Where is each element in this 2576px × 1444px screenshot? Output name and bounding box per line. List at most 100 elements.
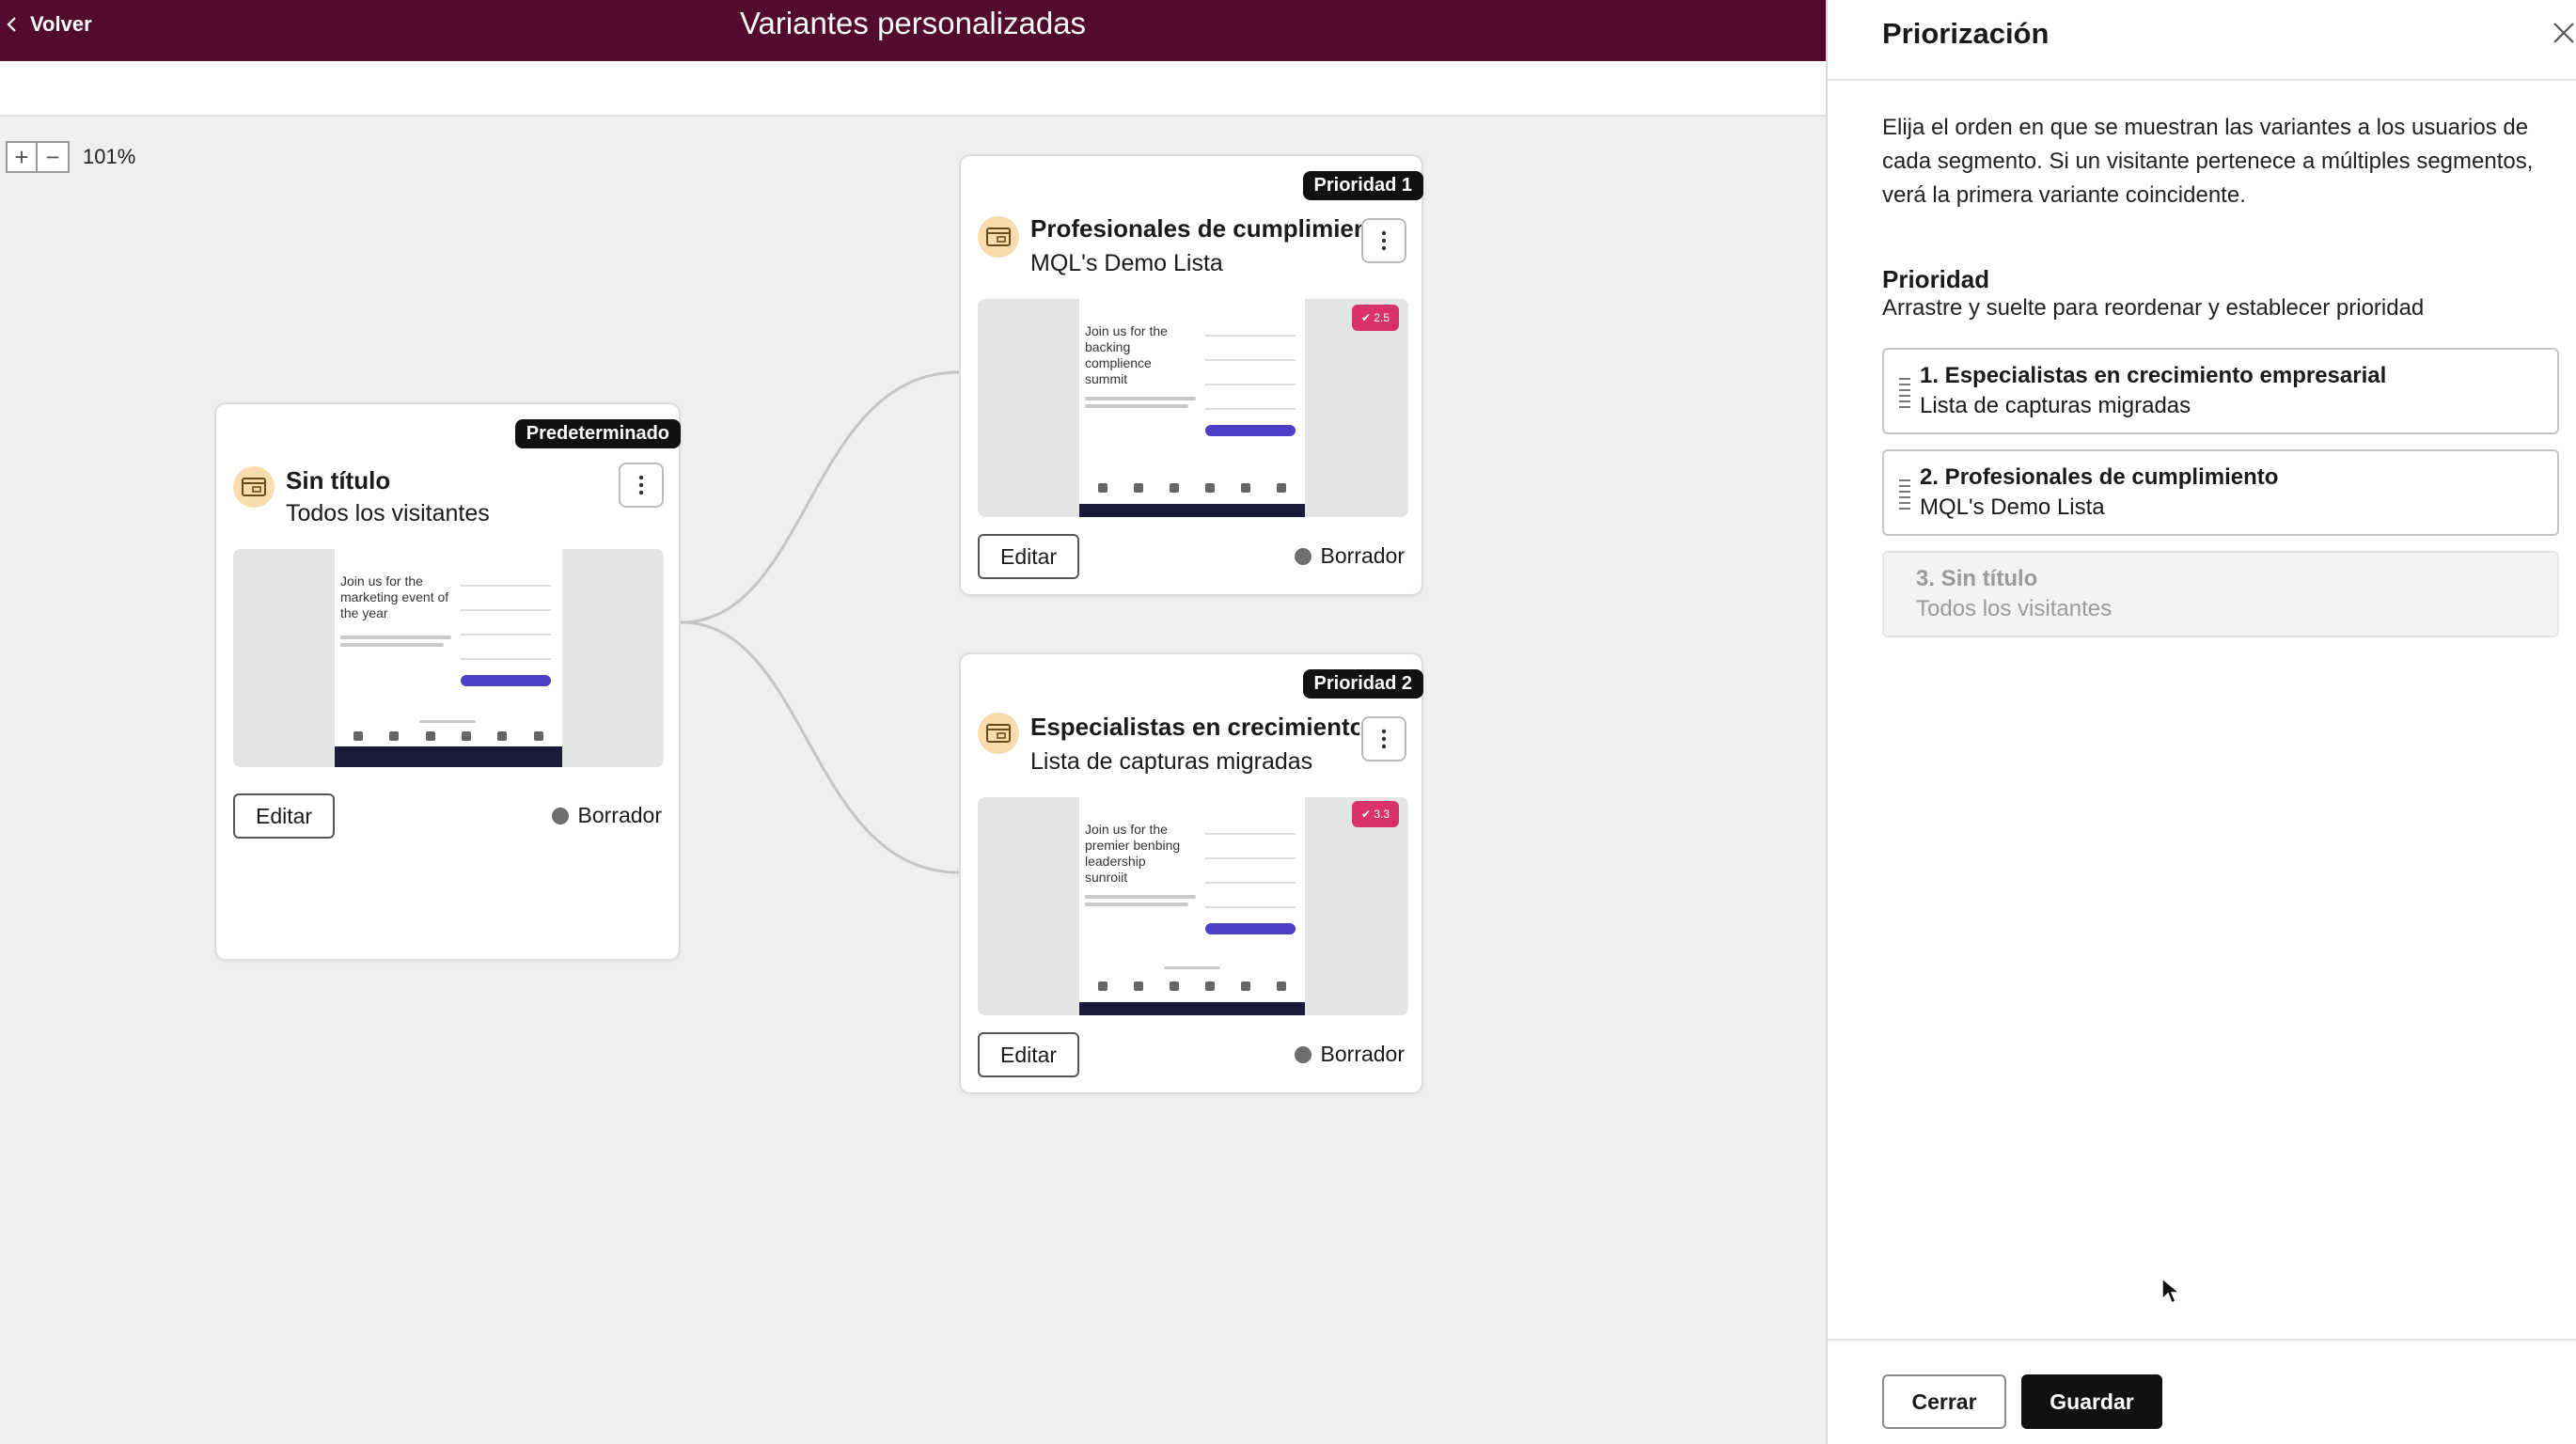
status-text: Borrador <box>577 803 662 827</box>
preview-logos <box>340 731 557 741</box>
preview-page: Join us for the backing complience summi… <box>1079 299 1305 517</box>
variant-canvas[interactable]: + − 101% Predeterminado Sin título Todos… <box>0 117 1826 1444</box>
preview-footer <box>335 746 562 767</box>
variant-title: Especialistas en crecimiento empresarial <box>1030 713 1359 741</box>
browser-window-icon <box>978 713 1019 754</box>
preview-button <box>461 675 551 686</box>
status-dot <box>551 807 569 824</box>
status-badge: Borrador <box>1294 1042 1405 1067</box>
preview-line <box>340 643 444 647</box>
priority-item-title: 2. Profesionales de cumplimiento <box>1920 464 2279 490</box>
preview-button <box>1205 923 1296 934</box>
preview-field <box>1205 899 1296 908</box>
priority-item-2[interactable]: 2. Profesionales de cumplimiento MQL's D… <box>1882 449 2559 536</box>
preview-headline: Join us for the marketing event of the y… <box>340 573 449 620</box>
close-icon[interactable] <box>2552 21 2576 45</box>
edit-button[interactable]: Editar <box>978 1032 1080 1077</box>
preview-field <box>461 602 551 611</box>
preview-field <box>461 626 551 636</box>
drag-handle-icon[interactable] <box>1899 478 1910 511</box>
panel-footer: Cerrar Guardar <box>1828 1339 2576 1444</box>
preview-field <box>461 577 551 587</box>
variant-title: Profesionales de cumplimiento <box>1030 214 1384 243</box>
more-options-button[interactable] <box>619 463 664 508</box>
preview-line <box>1085 404 1188 408</box>
priority-item-title: 1. Especialistas en crecimiento empresar… <box>1920 363 2387 388</box>
variant-title: Sin título <box>286 466 391 494</box>
priority-item-segment: Todos los visitantes <box>1916 596 2113 621</box>
preview-headline: Join us for the premier benbing leadersh… <box>1085 822 1181 885</box>
preview-rating-tag: ✔ 2.5 <box>1352 305 1399 331</box>
page-title-text: Variantes personalizadas <box>739 6 1087 40</box>
variant-card-priority2[interactable]: Prioridad 2 Especialistas en crecimiento… <box>959 652 1423 1094</box>
kebab-icon <box>1381 230 1387 251</box>
priority2-badge: Prioridad 2 <box>1302 669 1423 698</box>
browser-window-icon <box>233 466 275 508</box>
default-badge: Predeterminado <box>514 419 681 448</box>
mouse-cursor-icon <box>2161 1277 2181 1305</box>
preview-line <box>1085 397 1196 400</box>
status-badge: Borrador <box>1294 543 1405 569</box>
panel-description: Elija el orden en que se muestran las va… <box>1882 115 2534 208</box>
edit-button[interactable]: Editar <box>978 534 1080 579</box>
edit-button[interactable]: Editar <box>233 793 336 839</box>
save-button[interactable]: Guardar <box>2021 1374 2162 1429</box>
preview-field <box>1205 327 1296 337</box>
status-dot <box>1294 547 1312 565</box>
variant-preview[interactable]: Join us for the premier benbing leadersh… <box>978 797 1408 1015</box>
preview-footer <box>1079 504 1305 517</box>
variant-card-priority1[interactable]: Prioridad 1 Profesionales de cumplimient… <box>959 154 1423 596</box>
preview-line <box>419 720 476 723</box>
preview-line <box>1164 966 1220 969</box>
preview-line <box>340 636 451 639</box>
preview-field <box>1205 352 1296 361</box>
variant-preview[interactable]: Join us for the marketing event of the y… <box>233 549 664 767</box>
preview-field <box>1205 850 1296 859</box>
kebab-icon <box>638 475 644 495</box>
preview-page: Join us for the marketing event of the y… <box>335 549 562 767</box>
more-options-button[interactable] <box>1361 716 1406 761</box>
browser-window-icon <box>978 216 1019 258</box>
variant-preview[interactable]: Join us for the backing complience summi… <box>978 299 1408 517</box>
priority-hint: Arrastre y suelte para reordenar y estab… <box>1882 295 2425 321</box>
preview-field <box>1205 825 1296 835</box>
preview-field <box>1205 874 1296 884</box>
priority-item-segment: Lista de capturas migradas <box>1920 393 2191 418</box>
prioritization-panel: Priorización Elija el orden en que se mu… <box>1826 0 2576 1444</box>
preview-button <box>1205 425 1296 436</box>
priority-item-3: 3. Sin título Todos los visitantes <box>1882 551 2559 637</box>
priority-item-segment: MQL's Demo Lista <box>1920 494 2105 520</box>
status-text: Borrador <box>1320 1042 1405 1066</box>
top-header: Volver Variantes personalizadas <box>0 0 1826 61</box>
preview-rating-tag: ✔ 3.3 <box>1352 801 1399 827</box>
priority1-badge: Prioridad 1 <box>1302 171 1423 200</box>
close-button[interactable]: Cerrar <box>1882 1374 2006 1429</box>
status-text: Borrador <box>1320 543 1405 568</box>
preview-logos <box>1085 981 1299 991</box>
connector-priority1 <box>680 370 960 624</box>
panel-header: Priorización <box>1828 0 2576 81</box>
priority-heading: Prioridad <box>1882 265 1990 293</box>
preview-field <box>1205 400 1296 410</box>
preview-field <box>1205 376 1296 385</box>
preview-line <box>1085 902 1188 906</box>
drag-handle-icon[interactable] <box>1899 376 1910 410</box>
preview-headline: Join us for the backing complience summi… <box>1085 323 1168 386</box>
preview-line <box>1085 895 1196 899</box>
preview-field <box>461 651 551 660</box>
panel-title: Priorización <box>1882 17 2050 50</box>
variant-segment: Lista de capturas migradas <box>1030 748 1313 775</box>
priority-item-title: 3. Sin título <box>1916 566 2038 591</box>
priority-item-1[interactable]: 1. Especialistas en crecimiento empresar… <box>1882 348 2559 434</box>
connector-priority2 <box>680 620 960 874</box>
page-title: Variantes personalizadas <box>0 6 1826 41</box>
preview-logos <box>1085 483 1299 493</box>
variant-segment: MQL's Demo Lista <box>1030 250 1223 276</box>
variant-segment: Todos los visitantes <box>286 500 490 526</box>
preview-footer <box>1079 1002 1305 1015</box>
status-dot <box>1294 1045 1312 1063</box>
variant-card-default[interactable]: Predeterminado Sin título Todos los visi… <box>214 402 681 961</box>
kebab-icon <box>1381 729 1387 749</box>
preview-page: Join us for the premier benbing leadersh… <box>1079 797 1305 1015</box>
more-options-button[interactable] <box>1361 218 1406 263</box>
